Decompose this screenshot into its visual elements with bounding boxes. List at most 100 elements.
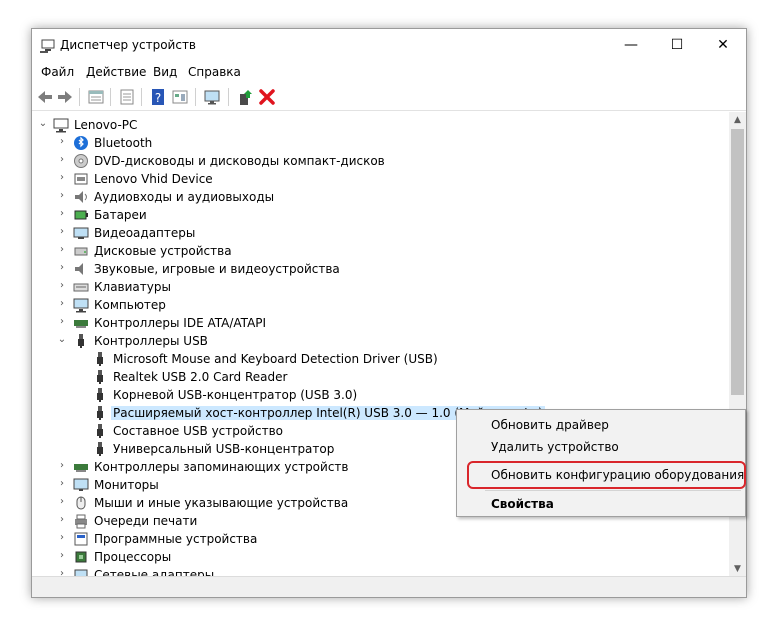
chevron-right-icon[interactable]: › (56, 262, 68, 274)
device-category-row[interactable]: › Аудиовходы и аудиовыходы (32, 188, 731, 206)
update-driver-menu-item[interactable]: Обновить драйвер (491, 418, 609, 432)
chevron-right-icon[interactable]: › (56, 532, 68, 544)
minimize-button[interactable]: — (608, 29, 654, 61)
chevron-right-icon[interactable]: › (56, 136, 68, 148)
usb-icon (78, 334, 84, 348)
device-label: Универсальный USB-концентратор (113, 442, 335, 456)
device-category-row[interactable]: › Компьютер (32, 296, 731, 314)
ide-icon (74, 320, 88, 328)
device-label: Мониторы (94, 478, 159, 492)
chevron-down-icon[interactable]: ⌄ (56, 334, 68, 346)
menu-file[interactable]: Файл (41, 65, 74, 79)
device-category-row[interactable]: › Клавиатуры (32, 278, 731, 296)
device-category-row[interactable]: › DVD-дисководы и дисководы компакт-диско… (32, 152, 731, 170)
bluetooth-icon (74, 136, 88, 150)
back-icon[interactable] (36, 88, 54, 106)
keyboard-icon (73, 283, 89, 292)
highlight-ring (467, 461, 746, 489)
window-title: Диспетчер устройств (60, 38, 197, 52)
tree-root[interactable]: ⌄ Lenovo-PC (32, 116, 731, 134)
device-category-row[interactable]: › Звуковые, игровые и видеоустройства (32, 260, 731, 278)
device-label: Клавиатуры (94, 280, 171, 294)
device-category-row[interactable]: › Процессоры (32, 548, 731, 566)
device-category-row[interactable]: › Видеоадаптеры (32, 224, 731, 242)
device-label: Контроллеры USB (94, 334, 208, 348)
device-category-row[interactable]: › Дисковые устройства (32, 242, 731, 260)
toolbar-separator (228, 88, 229, 106)
chevron-right-icon[interactable]: › (56, 298, 68, 310)
device-label: Microsoft Mouse and Keyboard Detection D… (113, 352, 438, 366)
usb-icon (97, 370, 103, 384)
dvd-icon (74, 154, 88, 168)
usb-icon (97, 352, 103, 366)
uninstall-device-menu-item[interactable]: Удалить устройство (491, 440, 619, 454)
usb-child-device-row[interactable]: Корневой USB-концентратор (USB 3.0) (32, 386, 731, 404)
chevron-right-icon[interactable]: › (56, 514, 68, 526)
device-label: Компьютер (94, 298, 166, 312)
menu-help[interactable]: Справка (188, 65, 241, 79)
device-label: Дисковые устройства (94, 244, 232, 258)
tree-root-label: Lenovo-PC (74, 118, 138, 132)
software-icon (74, 532, 88, 546)
remove-device-icon[interactable] (258, 88, 276, 106)
chevron-right-icon[interactable]: › (56, 496, 68, 508)
scroll-up-icon[interactable]: ▲ (729, 112, 746, 129)
usb-icon (97, 388, 103, 402)
chevron-right-icon[interactable]: › (56, 154, 68, 166)
device-label: Контроллеры запоминающих устройств (94, 460, 349, 474)
device-category-row[interactable]: › Контроллеры IDE ATA/ATAPI (32, 314, 731, 332)
device-label: Программные устройства (94, 532, 258, 546)
usb-child-device-row[interactable]: Microsoft Mouse and Keyboard Detection D… (32, 350, 731, 368)
chevron-right-icon[interactable]: › (56, 226, 68, 238)
show-icon[interactable] (171, 88, 189, 106)
chevron-right-icon[interactable]: › (56, 208, 68, 220)
device-label: Составное USB устройство (113, 424, 284, 438)
device-label: Lenovo Vhid Device (94, 172, 213, 186)
title-bar[interactable]: Диспетчер устройств — ☐ ✕ (32, 29, 746, 61)
forward-icon[interactable] (56, 88, 74, 106)
device-category-row[interactable]: › Программные устройства (32, 530, 731, 548)
device-category-row[interactable]: › Lenovo Vhid Device (32, 170, 731, 188)
monitor-icon[interactable] (203, 88, 221, 106)
chevron-right-icon[interactable]: › (56, 244, 68, 256)
close-button[interactable]: ✕ (700, 29, 746, 61)
console-icon[interactable] (118, 88, 136, 106)
printer-icon (75, 514, 87, 529)
device-label: Батареи (94, 208, 147, 222)
device-label: Realtek USB 2.0 Card Reader (113, 370, 288, 384)
device-category-row[interactable]: ⌄ Контроллеры USB (32, 332, 731, 350)
menu-bar: Файл Действие Вид Справка (32, 61, 746, 83)
device-label: DVD-дисководы и дисководы компакт-дисков (94, 154, 385, 168)
usb-icon (97, 406, 103, 420)
menu-action[interactable]: Действие (86, 65, 146, 79)
device-category-row[interactable]: › Bluetooth (32, 134, 731, 152)
properties-menu-item[interactable]: Свойства (491, 497, 554, 511)
chevron-right-icon[interactable]: › (56, 280, 68, 292)
display-adapter-icon (73, 227, 89, 239)
toolbar: ? (32, 84, 746, 111)
device-label: Звуковые, игровые и видеоустройства (94, 262, 340, 276)
context-menu-separator (485, 490, 741, 491)
usb-icon (97, 424, 103, 438)
update-driver-icon[interactable] (236, 88, 254, 106)
device-category-row[interactable]: › Батареи (32, 206, 731, 224)
storage-icon (74, 464, 88, 472)
properties-icon[interactable] (87, 88, 105, 106)
device-label: Аудиовходы и аудиовыходы (94, 190, 275, 204)
help-icon[interactable]: ? (149, 88, 167, 106)
chevron-right-icon[interactable]: › (56, 316, 68, 328)
chevron-right-icon[interactable]: › (56, 460, 68, 472)
chevron-right-icon[interactable]: › (56, 190, 68, 202)
chevron-right-icon[interactable]: › (56, 550, 68, 562)
maximize-button[interactable]: ☐ (654, 29, 700, 61)
usb-icon (97, 442, 103, 456)
menu-view[interactable]: Вид (153, 65, 177, 79)
usb-child-device-row[interactable]: Realtek USB 2.0 Card Reader (32, 368, 731, 386)
scroll-thumb[interactable] (731, 129, 744, 395)
chevron-right-icon[interactable]: › (56, 172, 68, 184)
device-label: Очереди печати (94, 514, 198, 528)
hid-icon (74, 173, 88, 185)
chevron-down-icon[interactable]: ⌄ (37, 118, 49, 130)
disk-icon (74, 247, 88, 256)
chevron-right-icon[interactable]: › (56, 478, 68, 490)
